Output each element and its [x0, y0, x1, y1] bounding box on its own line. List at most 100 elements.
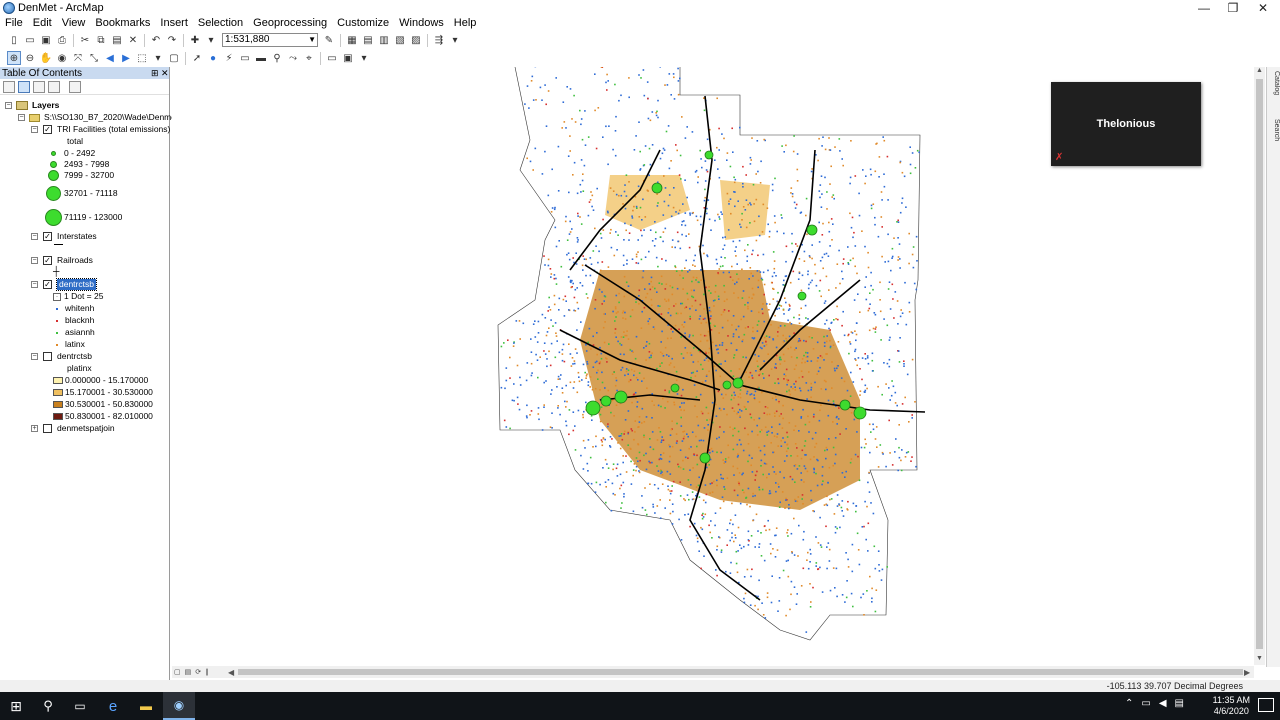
- save-icon[interactable]: ▣: [39, 33, 53, 47]
- layer-visibility-checkbox[interactable]: ✓: [43, 280, 52, 289]
- time-slider-icon[interactable]: ▭: [325, 51, 339, 65]
- hyperlink-icon[interactable]: ⚡: [222, 51, 236, 65]
- tri-facility-point[interactable]: [614, 390, 628, 404]
- identify-icon[interactable]: ●: [206, 51, 220, 65]
- collapse-icon[interactable]: −: [31, 257, 38, 264]
- list-by-source-icon[interactable]: [18, 80, 30, 93]
- tri-facility-point[interactable]: [670, 383, 680, 393]
- tri-facility-point[interactable]: [839, 399, 851, 411]
- chevron-down-icon[interactable]: ▼: [308, 34, 316, 46]
- menu-selection[interactable]: Selection: [193, 16, 248, 31]
- find-route-icon[interactable]: ⤳: [286, 51, 300, 65]
- map-scale-combobox[interactable]: 1:531,880 ▼: [222, 33, 318, 47]
- create-viewer-window-icon[interactable]: ▣: [341, 51, 355, 65]
- copy-icon[interactable]: ⧉: [94, 33, 108, 47]
- tri-facility-point[interactable]: [853, 406, 867, 420]
- close-icon[interactable]: ✕: [161, 67, 169, 79]
- chevron-down-icon[interactable]: ▾: [357, 51, 371, 65]
- catalog-tab[interactable]: Catalog: [1268, 71, 1280, 95]
- network-icon[interactable]: ▭: [1141, 698, 1150, 709]
- new-document-icon[interactable]: ▯: [7, 33, 21, 47]
- expand-icon[interactable]: +: [31, 425, 38, 432]
- cut-icon[interactable]: ✂: [78, 33, 92, 47]
- menu-geoprocessing[interactable]: Geoprocessing: [248, 16, 332, 31]
- pin-icon[interactable]: ⊞: [151, 67, 159, 79]
- print-icon[interactable]: ⎙: [55, 33, 69, 47]
- full-extent-globe-icon[interactable]: ◉: [55, 51, 69, 65]
- task-view-icon[interactable]: ▭: [64, 692, 96, 720]
- undo-icon[interactable]: ↶: [149, 33, 163, 47]
- tri-facility-point[interactable]: [600, 395, 612, 407]
- maximize-button[interactable]: ❐: [1216, 0, 1250, 16]
- refresh-icon[interactable]: ⟳: [195, 668, 201, 676]
- layer-row-tri[interactable]: − ✓ TRI Facilities (total emissions): [31, 124, 170, 135]
- tri-facility-point[interactable]: [722, 380, 732, 390]
- collapse-icon[interactable]: −: [31, 353, 38, 360]
- layer-visibility-checkbox[interactable]: ✓: [43, 125, 52, 134]
- collapse-icon[interactable]: −: [5, 102, 12, 109]
- redo-icon[interactable]: ↷: [165, 33, 179, 47]
- search-window-icon[interactable]: ▥: [377, 33, 391, 47]
- tri-facility-point[interactable]: [806, 224, 818, 236]
- map-vertical-scrollbar[interactable]: ▲ ▼: [1254, 67, 1265, 665]
- list-by-selection-icon[interactable]: [48, 80, 60, 93]
- data-view-icon[interactable]: ▢: [174, 668, 181, 676]
- zoom-out-icon[interactable]: ⊖: [23, 51, 37, 65]
- source-folder-row[interactable]: − S:\\SO130_B7_2020\Wade\Denmet: [18, 112, 178, 123]
- scroll-down-icon[interactable]: ▼: [1254, 655, 1265, 665]
- fixed-zoom-out-icon[interactable]: ⤡: [87, 51, 101, 65]
- chevron-up-icon[interactable]: ⌃: [1125, 698, 1133, 709]
- select-features-icon[interactable]: ⬚: [135, 51, 149, 65]
- layer-visibility-checkbox[interactable]: [43, 424, 52, 433]
- add-data-icon[interactable]: ✚: [188, 33, 202, 47]
- find-binoculars-icon[interactable]: ⚲: [270, 51, 284, 65]
- table-of-contents-icon[interactable]: ▦: [345, 33, 359, 47]
- internet-explorer-icon[interactable]: e: [97, 692, 129, 720]
- forward-arrow-icon[interactable]: ▶: [119, 51, 133, 65]
- select-elements-arrow-icon[interactable]: ➚: [190, 51, 204, 65]
- menu-edit[interactable]: Edit: [28, 16, 57, 31]
- fixed-zoom-in-icon[interactable]: ⤧: [71, 51, 85, 65]
- collapse-icon[interactable]: −: [31, 126, 38, 133]
- zoom-in-icon[interactable]: ⊕: [7, 51, 21, 65]
- windows-start-icon[interactable]: ⊞: [0, 692, 32, 720]
- layer-visibility-checkbox[interactable]: ✓: [43, 256, 52, 265]
- open-folder-icon[interactable]: ▭: [23, 33, 37, 47]
- layer-row-dentrctsb-choropleth[interactable]: − dentrctsb: [31, 351, 92, 362]
- scroll-right-icon[interactable]: ▶: [1244, 668, 1250, 677]
- arcmap-taskbar-icon[interactable]: ◉: [163, 692, 195, 720]
- go-to-xy-icon[interactable]: ⌖: [302, 51, 316, 65]
- layer-name-selected[interactable]: dentrctsb: [56, 278, 97, 291]
- html-popup-icon[interactable]: ▭: [238, 51, 252, 65]
- search-tab[interactable]: Search: [1268, 119, 1280, 141]
- tri-facility-point[interactable]: [699, 452, 711, 464]
- collapse-icon[interactable]: −: [31, 281, 38, 288]
- chevron-down-icon[interactable]: ▾: [448, 33, 462, 47]
- list-by-visibility-icon[interactable]: [33, 80, 45, 93]
- notification-center-icon[interactable]: [1258, 698, 1274, 712]
- tri-facility-point[interactable]: [585, 400, 601, 416]
- delete-icon[interactable]: ✕: [126, 33, 140, 47]
- pan-hand-icon[interactable]: ✋: [39, 51, 53, 65]
- menu-bookmarks[interactable]: Bookmarks: [90, 16, 155, 31]
- menu-view[interactable]: View: [57, 16, 91, 31]
- menu-windows[interactable]: Windows: [394, 16, 449, 31]
- close-button[interactable]: ✕: [1246, 0, 1280, 16]
- scroll-thumb[interactable]: [1256, 79, 1263, 649]
- layer-visibility-checkbox[interactable]: [43, 352, 52, 361]
- back-arrow-icon[interactable]: ◀: [103, 51, 117, 65]
- search-icon[interactable]: ⚲: [32, 692, 64, 720]
- chevron-down-icon[interactable]: ▾: [151, 51, 165, 65]
- arctoolbox-icon[interactable]: ▧: [393, 33, 407, 47]
- layer-row-interstates[interactable]: − ✓ Interstates: [31, 231, 97, 242]
- menu-help[interactable]: Help: [449, 16, 482, 31]
- file-explorer-icon[interactable]: ▬: [130, 692, 162, 720]
- clear-selection-icon[interactable]: ▢: [167, 51, 181, 65]
- menu-insert[interactable]: Insert: [155, 16, 193, 31]
- tri-facility-point[interactable]: [651, 182, 663, 194]
- scroll-left-icon[interactable]: ◀: [228, 668, 234, 677]
- layers-root-row[interactable]: − Layers: [5, 100, 59, 111]
- volume-icon[interactable]: ◀: [1159, 698, 1167, 709]
- layer-row-spatial-join[interactable]: + denmetspatjoin: [31, 423, 115, 434]
- list-by-drawing-order-icon[interactable]: [3, 80, 15, 93]
